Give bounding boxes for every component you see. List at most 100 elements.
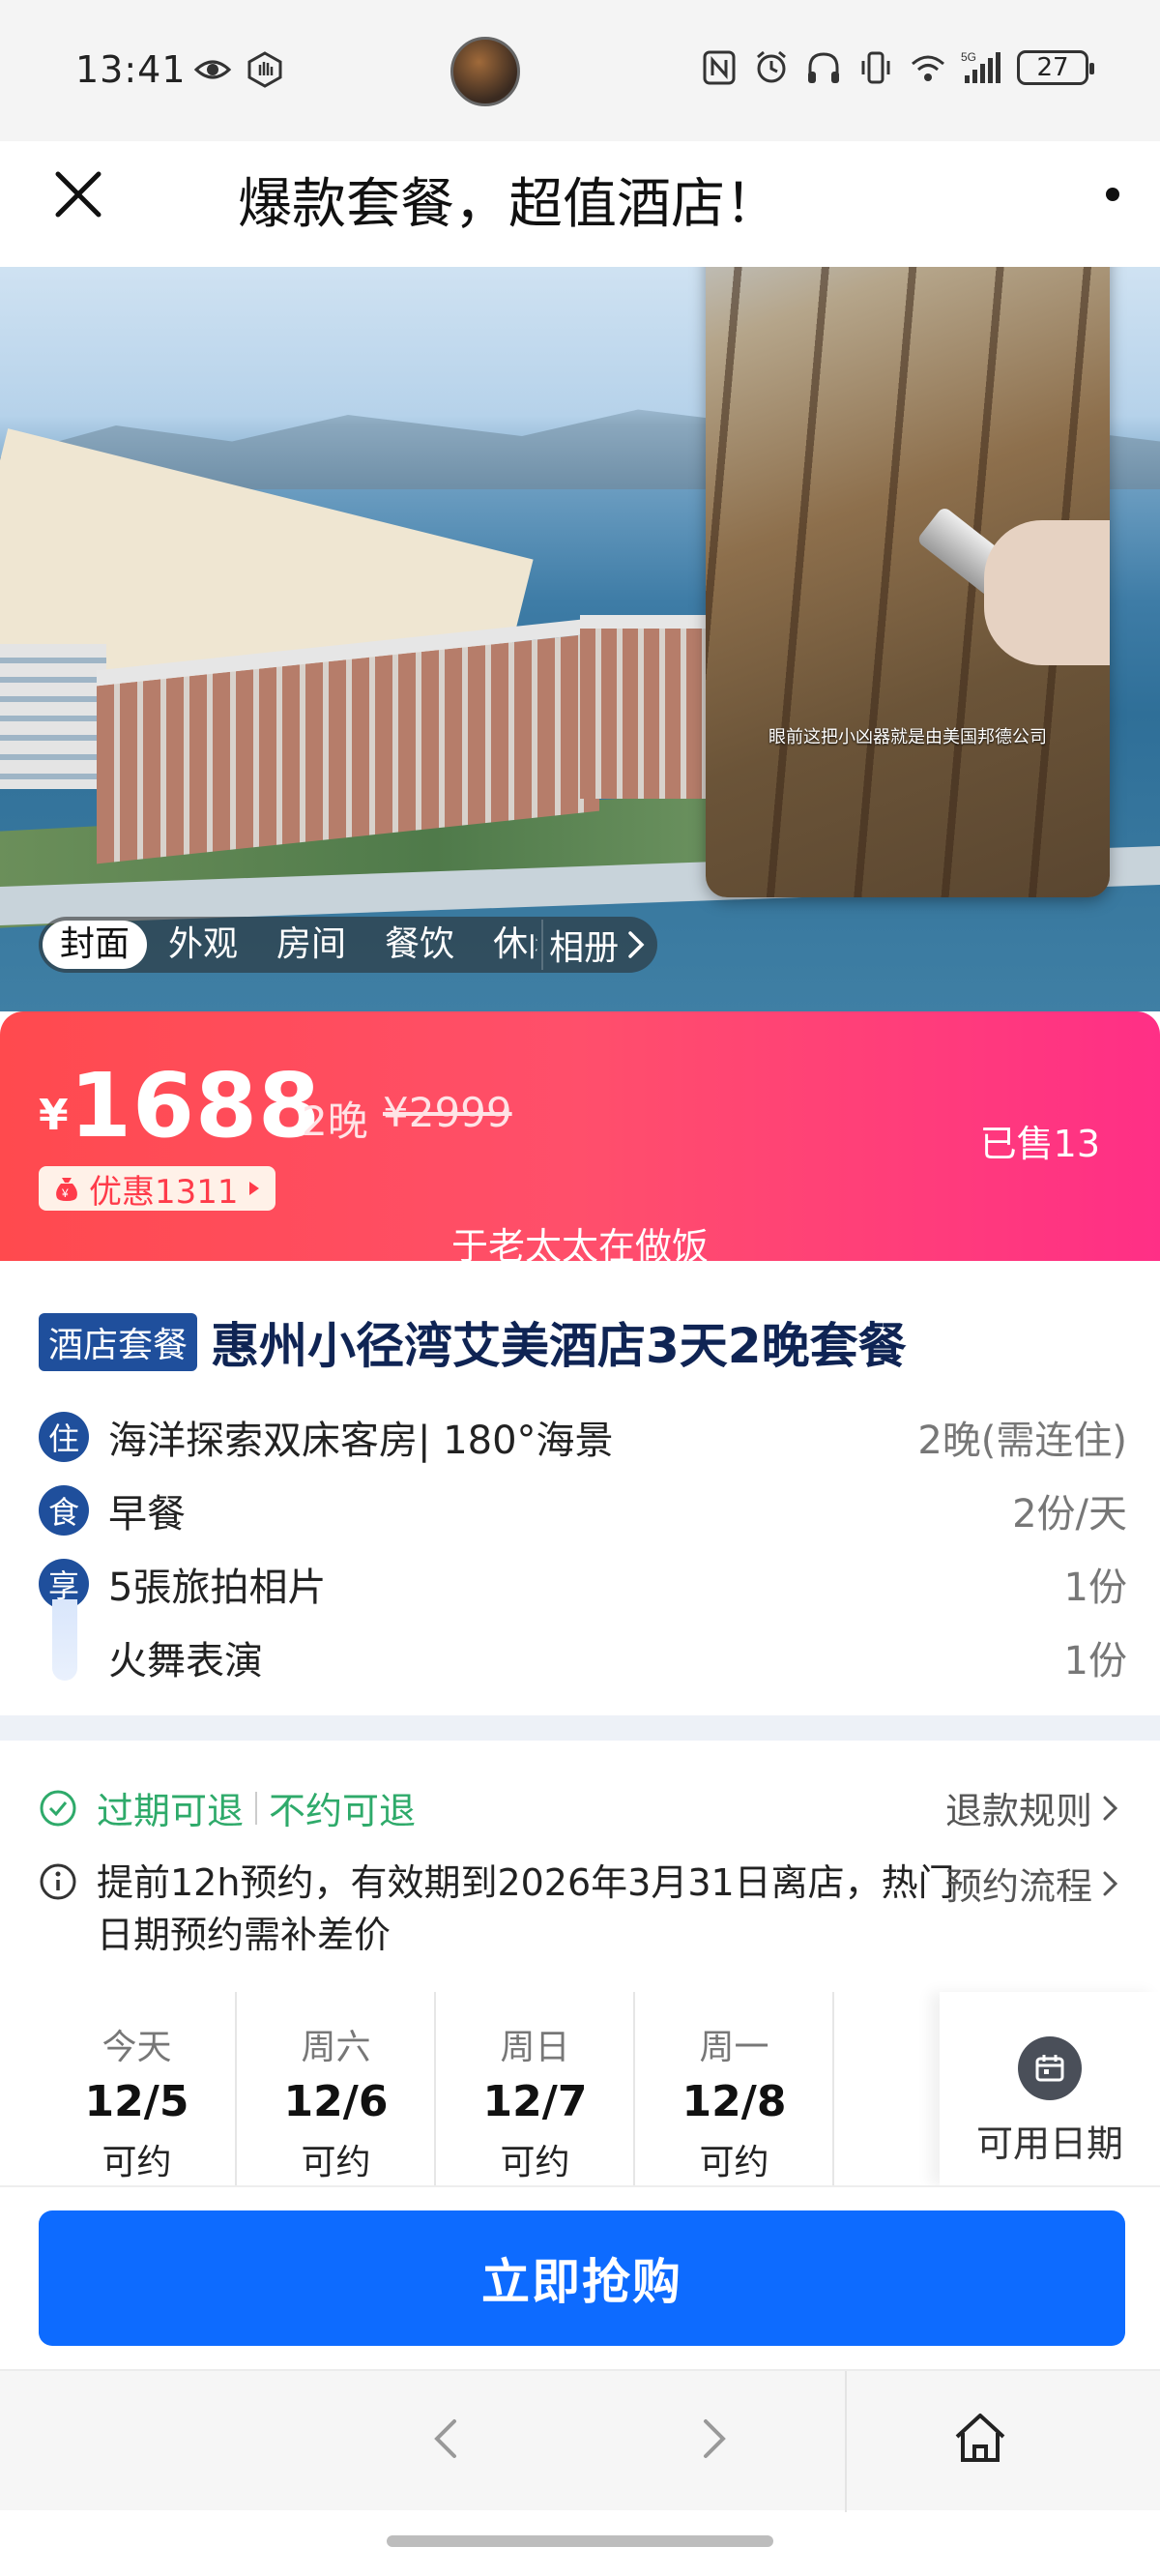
pip-hand — [984, 520, 1110, 665]
money-bag-icon: ¥ — [56, 1178, 77, 1201]
chevron-right-icon — [1103, 1871, 1118, 1895]
status-left-icons — [193, 50, 284, 89]
refund-rules-link[interactable]: 退款规则 — [945, 1781, 1121, 1834]
pip-caption: 眼前这把小凶器就是由美国邦德公司 — [768, 727, 1047, 747]
date-cell-mon[interactable]: 周一 12/8 可约 — [636, 1992, 834, 2185]
package-items: 住 海洋探索双床客房| 180°海景 2晚(需连住) 食 早餐 2份/天 享 5… — [39, 1400, 1127, 1694]
stay-badge: 住 — [39, 1412, 89, 1462]
date-cell-sun[interactable]: 周日 12/7 可约 — [437, 1992, 635, 2185]
package-item-stay: 住 海洋探索双床客房| 180°海景 2晚(需连住) — [39, 1400, 1127, 1474]
buy-zone: 立即抢购 — [0, 2185, 1160, 2369]
gallery-tab-dining[interactable]: 餐饮 — [367, 921, 472, 969]
signal-5g-icon: 5G — [961, 50, 1000, 83]
item-name: 火舞表演 — [108, 1639, 263, 1683]
alarm-icon — [757, 50, 786, 83]
wifi-icon — [912, 55, 944, 81]
date-cell-today[interactable]: 今天 12/5 可约 — [39, 1992, 237, 2185]
date-day: 12/7 — [482, 2077, 588, 2126]
booking-flow-label: 预约流程 — [944, 1865, 1092, 1908]
sold-count: 已售13 — [979, 1123, 1100, 1165]
gallery-tab-cover[interactable]: 封面 — [43, 921, 148, 969]
date-day: 12/8 — [682, 2077, 787, 2126]
close-icon[interactable] — [46, 162, 110, 226]
item-name: 早餐 — [108, 1492, 186, 1537]
package-tag: 酒店套餐 — [39, 1313, 198, 1371]
date-cell-sat[interactable]: 周六 12/6 可约 — [238, 1992, 436, 2185]
price-nights: 2晚 — [302, 1098, 368, 1145]
home-icon[interactable] — [949, 2408, 1011, 2470]
date-day: 12/6 — [283, 2077, 389, 2126]
expire-refund-label: 过期可退 — [97, 1790, 245, 1832]
booking-notice: 提前12h预约，有效期到2026年3月31日离店，热门日期预约需补差价 — [97, 1861, 955, 1956]
item-qty: 2晚(需连住) — [917, 1419, 1127, 1463]
status-time: 13:41 — [75, 48, 187, 91]
original-price: ¥2999 — [383, 1089, 512, 1136]
back-arrow-icon[interactable] — [418, 2410, 476, 2468]
svg-text:¥: ¥ — [61, 1186, 69, 1200]
timeline-bar — [52, 1599, 77, 1681]
hero-hotel-wing — [580, 615, 715, 799]
date-weekday: 周日 — [500, 2028, 570, 2067]
album-label: 相册 — [549, 928, 620, 968]
triangle-right-icon — [248, 1182, 259, 1195]
package-title-row: 酒店套餐 惠州小径湾艾美酒店3天2晚套餐 — [39, 1307, 907, 1377]
package-item-food: 食 早餐 2份/天 — [39, 1474, 1127, 1547]
item-qty: 1份 — [1063, 1639, 1127, 1683]
floating-video[interactable]: 眼前这把小凶器就是由美国邦德公司 — [706, 267, 1110, 897]
price-currency: ¥ — [39, 1091, 69, 1140]
available-dates-label: 可用日期 — [975, 2122, 1123, 2165]
refund-rules-label: 退款规则 — [944, 1790, 1092, 1832]
date-status: 可约 — [102, 2143, 172, 2182]
noshow-refund-label: 不约可退 — [269, 1790, 417, 1832]
chevron-right-icon — [628, 931, 645, 958]
page-title: 爆款套餐，超值酒店！ — [238, 173, 779, 236]
gallery-tab-rooms[interactable]: 房间 — [259, 921, 363, 969]
date-day: 12/5 — [84, 2077, 189, 2126]
item-name: 海洋探索双床客房| 180°海景 — [108, 1419, 614, 1463]
discount-label: 优惠1311 — [89, 1172, 239, 1212]
date-picker-strip: 今天 12/5 可约 周六 12/6 可约 周日 12/7 可约 周一 12/8… — [39, 1992, 1160, 2185]
hand-icon — [247, 51, 282, 88]
discount-badge[interactable]: ¥ 优惠1311 — [39, 1166, 276, 1212]
section-divider — [0, 1715, 1160, 1741]
buy-now-button[interactable]: 立即抢购 — [39, 2210, 1125, 2346]
subtitle-overlay: 于老太太在做饭 — [450, 1225, 709, 1268]
check-circle-icon — [40, 1790, 76, 1826]
refund-separator — [255, 1791, 258, 1825]
nav-separator — [845, 2371, 847, 2512]
item-qty: 1份 — [1063, 1566, 1127, 1610]
status-bar: 13:41 5G 27 — [0, 0, 1160, 141]
booking-flow-link[interactable]: 预约流程 — [945, 1857, 1121, 1910]
browser-nav-bar — [0, 2369, 1160, 2512]
nfc-icon — [703, 50, 736, 85]
refund-row: 过期可退 不约可退 退款规则 — [39, 1781, 1121, 1834]
hero-tower — [0, 644, 106, 789]
hero-image[interactable]: 眼前这把小凶器就是由美国邦德公司 封面 外观 房间 餐饮 休闲 相册 — [0, 267, 1160, 1011]
package-item-enjoy: 享 5張旅拍相片 1份 — [39, 1547, 1127, 1621]
date-weekday: 今天 — [102, 2028, 172, 2067]
battery-indicator: 27 — [1017, 50, 1094, 85]
available-dates-button[interactable]: 可用日期 — [940, 1992, 1160, 2185]
date-weekday: 周六 — [301, 2028, 371, 2067]
date-weekday: 周一 — [699, 2028, 769, 2067]
gallery-tabs: 封面 外观 房间 餐饮 休闲 相册 — [39, 917, 658, 973]
eye-icon — [193, 60, 232, 79]
home-indicator[interactable] — [387, 2535, 773, 2547]
album-button[interactable]: 相册 — [541, 920, 648, 970]
food-badge: 食 — [39, 1485, 89, 1536]
headphones-icon — [808, 52, 839, 83]
price-value: 1688 — [70, 1054, 322, 1157]
more-menu-dot[interactable] — [1106, 188, 1119, 201]
price-banner: ¥ 1688 2晚 ¥2999 ¥ 优惠1311 已售13 于老太太在做饭 — [0, 1011, 1160, 1268]
package-item-fire-show: 火舞表演 1份 — [39, 1621, 1127, 1694]
info-icon — [40, 1863, 76, 1900]
item-name: 5張旅拍相片 — [108, 1566, 327, 1610]
gallery-tab-exterior[interactable]: 外观 — [151, 921, 255, 969]
forward-arrow-icon[interactable] — [684, 2410, 742, 2468]
floating-avatar[interactable] — [450, 37, 520, 106]
calendar-icon — [1018, 2036, 1082, 2100]
chevron-right-icon — [1103, 1796, 1118, 1820]
gallery-tab-leisure[interactable]: 休闲 — [476, 921, 537, 969]
vibrate-icon — [861, 51, 890, 84]
svg-text:5G: 5G — [961, 50, 976, 64]
